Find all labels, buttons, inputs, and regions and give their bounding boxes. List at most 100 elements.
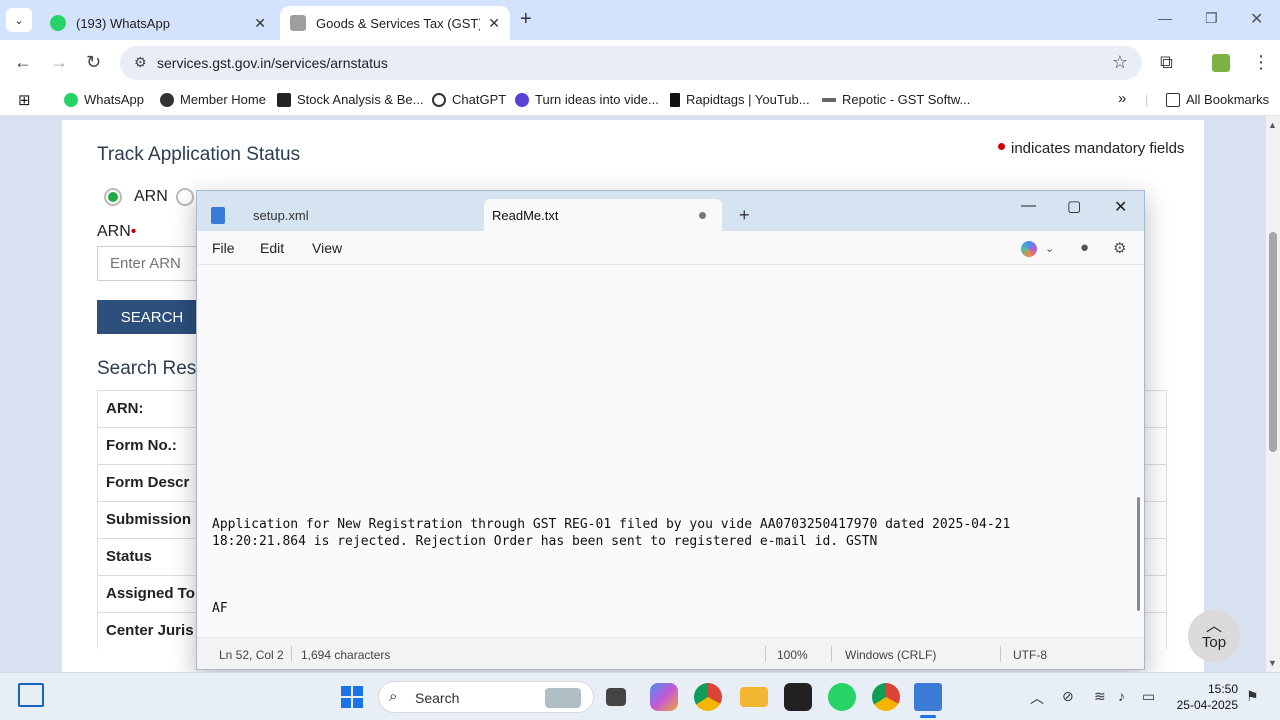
minimize-icon[interactable]: — (1021, 197, 1036, 214)
security-icon[interactable]: ⊘ (1062, 688, 1074, 705)
line-ending[interactable]: Windows (CRLF) (845, 648, 936, 662)
close-tab-icon[interactable]: ✕ (254, 15, 266, 32)
bookmark-rapidtags[interactable]: Rapidtags | YouTub... (670, 92, 810, 107)
taskbar-search[interactable]: ⌕ Search (378, 681, 594, 713)
apps-grid-icon[interactable]: ⊞ (18, 91, 31, 109)
bookmark-whatsapp[interactable]: WhatsApp (64, 92, 144, 107)
text-line: 18:20:21.864 is rejected. Rejection Orde… (212, 534, 878, 549)
chevron-up-icon: ︿ (1205, 618, 1222, 635)
copilot-icon[interactable] (650, 683, 678, 711)
scroll-down-icon[interactable]: ▼ (1268, 658, 1277, 668)
extensions-puzzle-icon[interactable]: ⧉ (1160, 52, 1173, 73)
bookmark-member-home[interactable]: Member Home (160, 92, 266, 107)
active-app-indicator (920, 715, 936, 718)
chrome-icon[interactable] (694, 683, 722, 711)
search-icon: ⌕ (389, 688, 398, 705)
new-tab-plus-icon[interactable]: + (739, 205, 750, 226)
browser-tab-gst[interactable]: Goods & Services Tax (GST) | Tr ✕ (280, 6, 510, 40)
browser-tab-whatsapp[interactable]: (193) WhatsApp ✕ (40, 6, 276, 40)
repotic-icon (822, 97, 836, 102)
windows-logo-icon (341, 686, 363, 708)
battery-icon[interactable]: ▭ (1142, 688, 1155, 705)
stock-icon (277, 92, 291, 107)
whatsapp-icon[interactable] (828, 683, 856, 711)
search-highlight-icon (545, 688, 581, 708)
chevron-down-icon[interactable]: ⌄ (1045, 242, 1054, 255)
new-tab-plus-icon[interactable]: + (520, 8, 532, 31)
close-window-icon[interactable]: ✕ (1250, 9, 1263, 29)
radio-selected-icon[interactable] (104, 188, 122, 206)
bookmark-chatgpt[interactable]: ChatGPT (432, 92, 506, 107)
more-menu-icon[interactable]: ⋮ (1252, 52, 1270, 73)
site-info-icon[interactable]: ⚙ (134, 54, 147, 71)
volume-icon[interactable]: ♪ (1118, 688, 1125, 704)
copilot-icon[interactable] (1021, 241, 1037, 257)
bookmark-star-icon[interactable]: ☆ (1112, 52, 1128, 73)
notepad-titlebar: setup.xml ReadMe.txt + — ▢ ✕ (197, 191, 1144, 231)
profile-extension-icon[interactable] (1212, 54, 1230, 72)
notepad-tab-readme[interactable]: ReadMe.txt (484, 199, 722, 231)
gst-emblem-icon (290, 15, 306, 31)
menu-view[interactable]: View (312, 240, 342, 256)
folder-icon (1166, 92, 1180, 107)
close-tab-icon[interactable]: ✕ (488, 15, 500, 32)
menu-edit[interactable]: Edit (260, 240, 284, 256)
task-view-icon[interactable] (606, 688, 626, 706)
chevron-up-icon[interactable]: ︿ (1030, 688, 1044, 708)
arn-label: ARN• (97, 223, 137, 240)
search-button[interactable]: SEARCH (97, 300, 207, 334)
settings-gear-icon[interactable]: ⚙ (1113, 239, 1126, 257)
file-explorer-icon[interactable] (740, 687, 768, 707)
status-divider (1000, 646, 1001, 662)
taskbar-clock[interactable]: 15:50 25-04-2025 (1177, 681, 1238, 713)
zoom-level[interactable]: 100% (777, 648, 808, 662)
scroll-up-icon[interactable]: ▲ (1268, 120, 1277, 130)
chrome-profile-icon[interactable] (872, 683, 900, 711)
bookmarks-overflow-icon[interactable]: » (1118, 90, 1126, 107)
notepad-editor[interactable]: Application for New Registration through… (197, 265, 1144, 637)
text-line: AF (212, 601, 228, 616)
menu-file[interactable]: File (212, 240, 235, 256)
required-marker: • (130, 223, 137, 240)
close-window-icon[interactable]: ✕ (1114, 197, 1127, 217)
back-to-top-button[interactable]: ︿ Top (1188, 610, 1240, 662)
page-scrollbar[interactable]: ▲ ▼ (1266, 116, 1280, 672)
notepad-window: setup.xml ReadMe.txt + — ▢ ✕ File Edit V… (196, 190, 1145, 670)
bookmark-stock-analysis[interactable]: Stock Analysis & Be... (277, 92, 423, 107)
cursor-position: Ln 52, Col 2 (219, 648, 284, 662)
taskbar: ⌕ Search ︿ ⊘ ≋ ♪ ▭ 15:50 25-04-2025 ⚑ (0, 672, 1280, 720)
notepad-statusbar: Ln 52, Col 2 1,694 characters 100% Windo… (197, 637, 1144, 669)
restore-icon[interactable]: ❐ (1205, 10, 1218, 27)
notepad-app-icon (211, 207, 225, 224)
encoding[interactable]: UTF-8 (1013, 648, 1047, 662)
radio-arn[interactable]: ARN (104, 188, 168, 206)
widgets-icon[interactable] (18, 683, 44, 707)
radio-unselected-icon[interactable] (176, 188, 194, 206)
camera-app-icon[interactable] (784, 683, 812, 711)
bookmark-turn-ideas[interactable]: Turn ideas into vide... (515, 92, 659, 107)
editor-scrollbar-thumb[interactable] (1137, 497, 1140, 611)
minimize-icon[interactable]: — (1158, 10, 1172, 26)
forward-arrow-icon[interactable]: → (50, 52, 68, 73)
browser-toolbar: ← → ↻ ⚙ services.gst.gov.in/services/arn… (0, 40, 1280, 86)
address-bar[interactable]: ⚙ services.gst.gov.in/services/arnstatus… (120, 46, 1142, 80)
account-icon[interactable]: ● (1080, 239, 1089, 256)
notepad-icon[interactable] (914, 683, 942, 711)
reload-icon[interactable]: ↻ (86, 52, 101, 73)
unsaved-dot-icon (699, 212, 706, 219)
bookmark-repotic[interactable]: Repotic - GST Softw... (822, 92, 970, 107)
wifi-icon[interactable]: ≋ (1094, 688, 1106, 705)
globe-icon (160, 92, 174, 107)
scrollbar-thumb[interactable] (1269, 232, 1277, 452)
text-line: Application for New Registration through… (212, 517, 1011, 532)
windows-start-icon[interactable] (338, 683, 366, 711)
url-text[interactable]: services.gst.gov.in/services/arnstatus (157, 55, 388, 71)
maximize-icon[interactable]: ▢ (1067, 197, 1081, 215)
tab-search-chevron-icon[interactable]: ⌄ (6, 8, 32, 32)
mandatory-dot-icon (998, 143, 1005, 150)
all-bookmarks[interactable]: All Bookmarks (1166, 92, 1269, 107)
whatsapp-icon (64, 92, 78, 107)
back-arrow-icon[interactable]: ← (14, 52, 32, 73)
notifications-icon[interactable]: ⚑ (1246, 688, 1259, 705)
notepad-tab-setup-xml[interactable]: setup.xml (237, 199, 482, 231)
